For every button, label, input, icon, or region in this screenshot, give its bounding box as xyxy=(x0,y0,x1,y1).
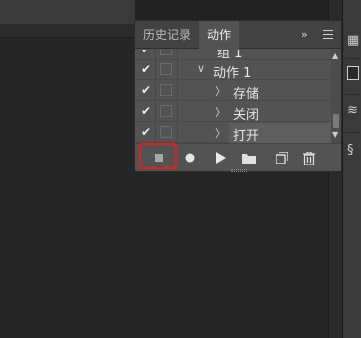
delete-button[interactable] xyxy=(299,148,319,168)
new-set-button[interactable] xyxy=(239,148,259,168)
dialog-toggle[interactable] xyxy=(160,50,172,55)
dialog-toggle[interactable] xyxy=(160,126,172,138)
checkmark-icon[interactable]: ✔ xyxy=(141,84,153,96)
play-icon xyxy=(216,152,226,164)
strip-separator xyxy=(345,94,360,95)
dialog-toggle[interactable] xyxy=(160,105,172,117)
checkmark-icon[interactable]: ✔ xyxy=(141,105,153,117)
list-item-step[interactable]: ✔ 〉 存储 xyxy=(135,81,331,102)
chevron-down-icon[interactable]: ∨ xyxy=(197,62,205,75)
document-tab-bar xyxy=(0,0,135,24)
list-item-step[interactable]: ✔ 〉 关闭 xyxy=(135,102,331,123)
scroll-down-icon[interactable]: ▼ xyxy=(332,130,338,139)
list-item-action[interactable]: ✔ ∨ 动作 1 xyxy=(135,60,331,81)
checkmark-icon[interactable]: ✔ xyxy=(141,63,153,75)
panel-resize-grip[interactable] xyxy=(231,169,247,172)
right-toolstrip: ▦ ≋ § xyxy=(342,0,361,338)
scroll-up-icon[interactable]: ▲ xyxy=(332,51,338,60)
divider xyxy=(177,60,178,80)
divider xyxy=(177,123,178,143)
actions-list: ✔ 组 1 ✔ ∨ 动作 1 ✔ 〉 xyxy=(135,50,331,143)
checkmark-icon[interactable]: ✔ xyxy=(141,50,153,55)
tab-history[interactable]: 历史记录 xyxy=(135,21,199,49)
actions-toolbar xyxy=(135,143,341,171)
step-label: 关闭 xyxy=(233,108,260,123)
divider xyxy=(155,60,156,80)
actions-panel: 历史记录 动作 » ✔ 组 1 ✔ ∨ 动作 1 xyxy=(134,20,342,172)
chevron-right-icon[interactable]: 〉 xyxy=(215,104,226,120)
divider xyxy=(155,50,156,60)
action-label: 动作 1 xyxy=(213,66,252,81)
play-button[interactable] xyxy=(211,148,231,168)
divider xyxy=(177,81,178,101)
strip-separator xyxy=(345,58,360,59)
record-icon xyxy=(185,153,195,163)
stop-button[interactable] xyxy=(149,148,169,168)
divider xyxy=(177,50,178,60)
expand-panels-icon[interactable]: » xyxy=(301,28,308,41)
divider xyxy=(155,81,156,101)
step-label: 存储 xyxy=(233,87,260,102)
list-scrollbar[interactable]: ▲ ▼ xyxy=(331,50,341,143)
list-item-set[interactable]: ✔ 组 1 xyxy=(135,50,331,61)
new-item-icon xyxy=(276,152,288,164)
history-brush-icon[interactable]: § xyxy=(347,144,360,157)
divider xyxy=(155,102,156,122)
chevron-right-icon[interactable]: 〉 xyxy=(215,83,226,99)
adjust-panel-icon[interactable]: ≋ xyxy=(347,104,360,117)
stop-icon xyxy=(155,154,163,162)
dialog-toggle[interactable] xyxy=(160,84,172,96)
list-item-step-selected[interactable]: ✔ 〉 打开 xyxy=(135,123,331,143)
step-label: 打开 xyxy=(233,129,260,143)
chevron-right-icon[interactable]: 〉 xyxy=(215,125,226,141)
divider xyxy=(177,102,178,122)
panel-tab-bar: 历史记录 动作 » xyxy=(135,21,341,50)
photoshop-workspace: ▦ ≋ § 历史记录 动作 » ✔ 组 1 ✔ xyxy=(0,0,361,338)
folder-icon xyxy=(242,153,256,164)
scroll-thumb[interactable] xyxy=(333,114,339,128)
record-button[interactable] xyxy=(180,148,200,168)
divider xyxy=(155,123,156,143)
document-tab-edge xyxy=(0,24,135,38)
hamburger-icon[interactable] xyxy=(321,27,335,41)
tab-actions[interactable]: 动作 xyxy=(199,21,240,50)
actions-panel-icon[interactable] xyxy=(347,66,359,80)
checkmark-icon[interactable]: ✔ xyxy=(141,126,153,138)
layers-panel-icon[interactable]: ▦ xyxy=(347,34,360,47)
dialog-toggle[interactable] xyxy=(160,63,172,75)
new-action-button[interactable] xyxy=(272,148,292,168)
strip-separator xyxy=(345,132,360,133)
trash-icon xyxy=(303,151,315,165)
